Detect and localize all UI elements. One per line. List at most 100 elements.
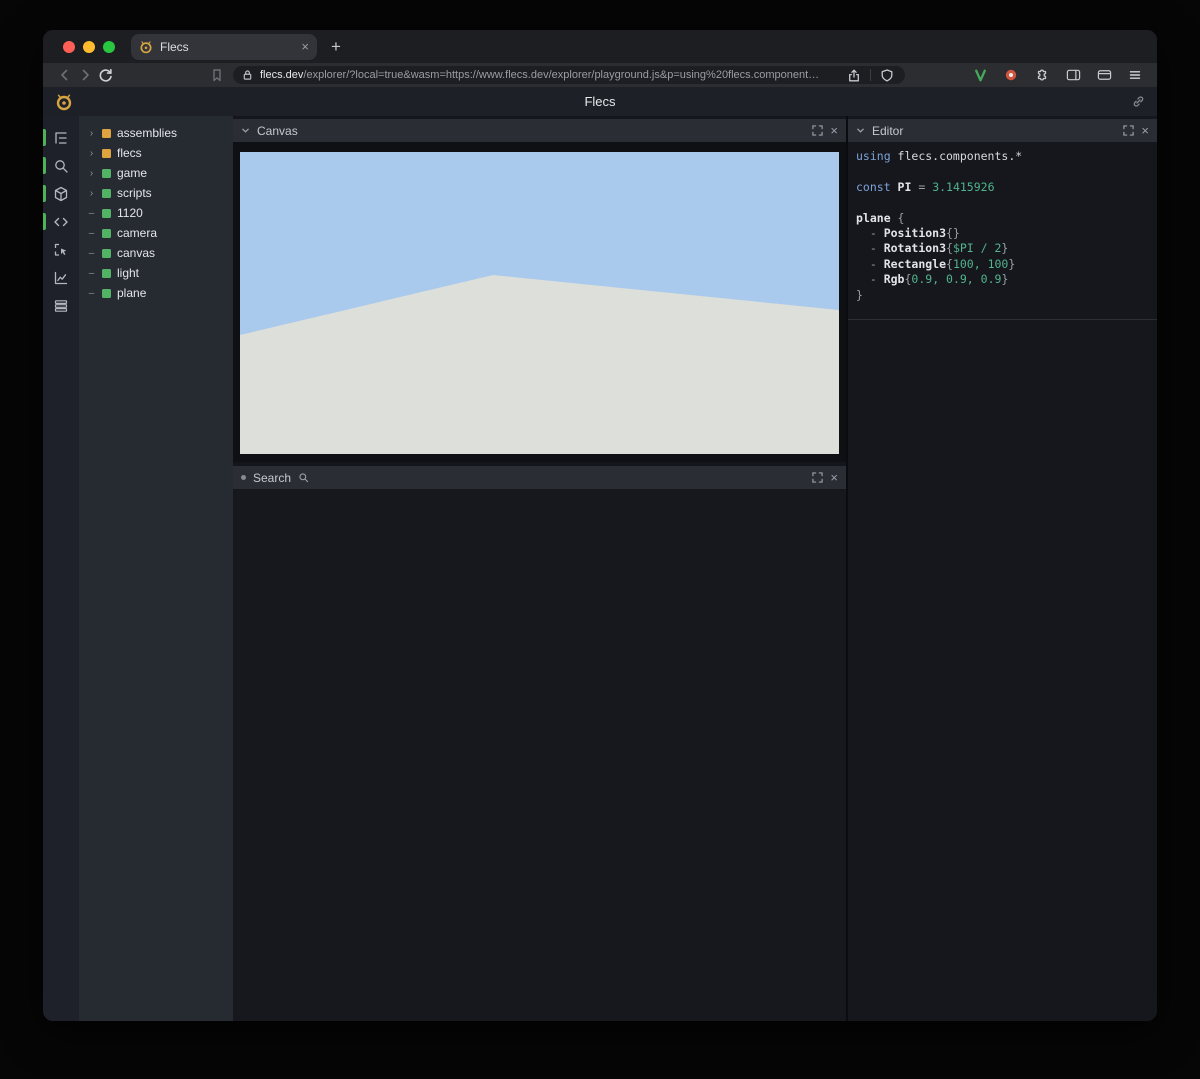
extensions-puzzle-icon[interactable] <box>1032 65 1052 85</box>
tree-item-camera[interactable]: – camera <box>79 223 233 243</box>
back-icon[interactable] <box>55 65 75 85</box>
expander-icon[interactable]: – <box>87 248 96 259</box>
expand-icon[interactable] <box>812 472 823 483</box>
tree-item-label: 1120 <box>117 206 143 220</box>
rail-search-icon[interactable] <box>43 154 79 177</box>
rail-inspector-icon[interactable] <box>43 238 79 261</box>
expander-icon[interactable]: – <box>87 208 96 219</box>
entity-color-square <box>102 149 111 158</box>
code-line: using flecs.components.* <box>856 149 1149 164</box>
sidebar-toggle-icon[interactable] <box>1063 65 1083 85</box>
canvas-3d-viewport[interactable] <box>240 152 839 454</box>
entity-color-square <box>102 189 111 198</box>
entity-color-square <box>102 229 111 238</box>
tree-item-label: assemblies <box>117 126 177 140</box>
entity-color-square <box>102 269 111 278</box>
tab-bar: Flecs × + <box>43 30 1157 63</box>
expand-icon[interactable] <box>812 125 823 136</box>
tree-item-label: light <box>117 266 139 280</box>
tree-item-1120[interactable]: – 1120 <box>79 203 233 223</box>
window-close-button[interactable] <box>63 41 75 53</box>
tree-item-label: scripts <box>117 186 152 200</box>
toolbar-extensions <box>970 65 1145 85</box>
tree-item-label: game <box>117 166 147 180</box>
main-column: Canvas × Search <box>233 116 846 1021</box>
new-tab-button[interactable]: + <box>331 38 341 55</box>
status-dot <box>241 475 246 480</box>
page-title: Flecs <box>43 94 1157 109</box>
editor-panel-title: Editor <box>872 124 903 138</box>
search-panel-title: Search <box>253 471 291 485</box>
expander-icon[interactable]: › <box>87 128 96 139</box>
code-line: const PI = 3.1415926 <box>856 180 1149 195</box>
tree-item-label: camera <box>117 226 157 240</box>
tree-item-scripts[interactable]: › scripts <box>79 183 233 203</box>
vpn-icon[interactable] <box>970 65 990 85</box>
shield-icon[interactable] <box>877 66 897 84</box>
bookmark-icon[interactable] <box>207 65 227 85</box>
tab-favicon-icon <box>139 40 153 54</box>
tree-item-light[interactable]: – light <box>79 263 233 283</box>
url-path: /explorer/?local=true&wasm=https://www.f… <box>303 69 819 81</box>
tree-item-flecs[interactable]: ›flecs <box>79 143 233 163</box>
url-domain: flecs.dev <box>260 69 303 81</box>
expander-icon[interactable]: – <box>87 268 96 279</box>
expander-icon[interactable]: – <box>87 228 96 239</box>
editor-empty-area <box>848 320 1157 1021</box>
share-icon[interactable] <box>844 66 864 84</box>
window-controls <box>63 41 115 53</box>
expand-icon[interactable] <box>1123 125 1134 136</box>
close-icon[interactable]: × <box>830 471 838 484</box>
code-line: - Rgb{0.9, 0.9, 0.9} <box>856 272 1149 287</box>
search-panel-header: Search × <box>233 466 846 489</box>
menu-icon[interactable] <box>1125 65 1145 85</box>
window-zoom-button[interactable] <box>103 41 115 53</box>
browser-tab-flecs[interactable]: Flecs × <box>131 34 317 60</box>
entity-color-square <box>102 249 111 258</box>
share-link-icon[interactable] <box>1132 95 1145 108</box>
entity-color-square <box>102 289 111 298</box>
forward-icon[interactable] <box>75 65 95 85</box>
collapse-chevron-icon[interactable] <box>856 126 865 135</box>
close-icon[interactable]: × <box>830 124 838 137</box>
expander-icon[interactable]: – <box>87 288 96 299</box>
tree-item-plane[interactable]: – plane <box>79 283 233 303</box>
tab-title: Flecs <box>160 40 294 54</box>
editor-column: Editor × using flecs.components.* const … <box>848 116 1157 1021</box>
rail-memory-icon[interactable] <box>43 294 79 317</box>
expander-icon[interactable]: › <box>87 148 96 159</box>
code-line: plane { <box>856 211 1149 226</box>
rail-statistics-icon[interactable] <box>43 266 79 289</box>
url-text: flecs.dev/explorer/?local=true&wasm=http… <box>260 69 838 81</box>
tree-item-canvas[interactable]: – canvas <box>79 243 233 263</box>
sidebar-rail <box>43 116 79 1021</box>
rail-entities-icon[interactable] <box>43 182 79 205</box>
tab-close-icon[interactable]: × <box>301 40 309 53</box>
tree-item-label: plane <box>117 286 146 300</box>
collapse-chevron-icon[interactable] <box>241 126 250 135</box>
entity-color-square <box>102 169 111 178</box>
close-icon[interactable]: × <box>1141 124 1149 137</box>
tree-item-game[interactable]: › game <box>79 163 233 183</box>
main-empty-area <box>233 489 846 1021</box>
tree-item-label: canvas <box>117 246 155 260</box>
code-line: - Rotation3{$PI / 2} <box>856 241 1149 256</box>
rail-scripts-icon[interactable] <box>43 210 79 233</box>
extension-badge-icon[interactable] <box>1001 65 1021 85</box>
editor-panel-header: Editor × <box>848 119 1157 142</box>
canvas-panel-header: Canvas × <box>233 119 846 142</box>
address-bar[interactable]: flecs.dev/explorer/?local=true&wasm=http… <box>233 66 905 84</box>
search-magnifier-icon <box>298 472 309 483</box>
expander-icon[interactable]: › <box>87 168 96 179</box>
canvas-viewport-wrap <box>233 142 846 462</box>
script-editor[interactable]: using flecs.components.* const PI = 3.14… <box>848 142 1157 320</box>
tree-item-assemblies[interactable]: › assemblies <box>79 123 233 143</box>
rail-entity-tree-icon[interactable] <box>43 126 79 149</box>
wallet-icon[interactable] <box>1094 65 1114 85</box>
expander-icon[interactable]: › <box>87 188 96 199</box>
canvas-panel-title: Canvas <box>257 124 298 138</box>
reload-icon[interactable] <box>95 65 115 85</box>
app-body: ›assemblies›flecs›game›scripts–1120–came… <box>43 116 1157 1021</box>
entity-tree: ›assemblies›flecs›game›scripts–1120–came… <box>79 116 233 1021</box>
window-minimize-button[interactable] <box>83 41 95 53</box>
